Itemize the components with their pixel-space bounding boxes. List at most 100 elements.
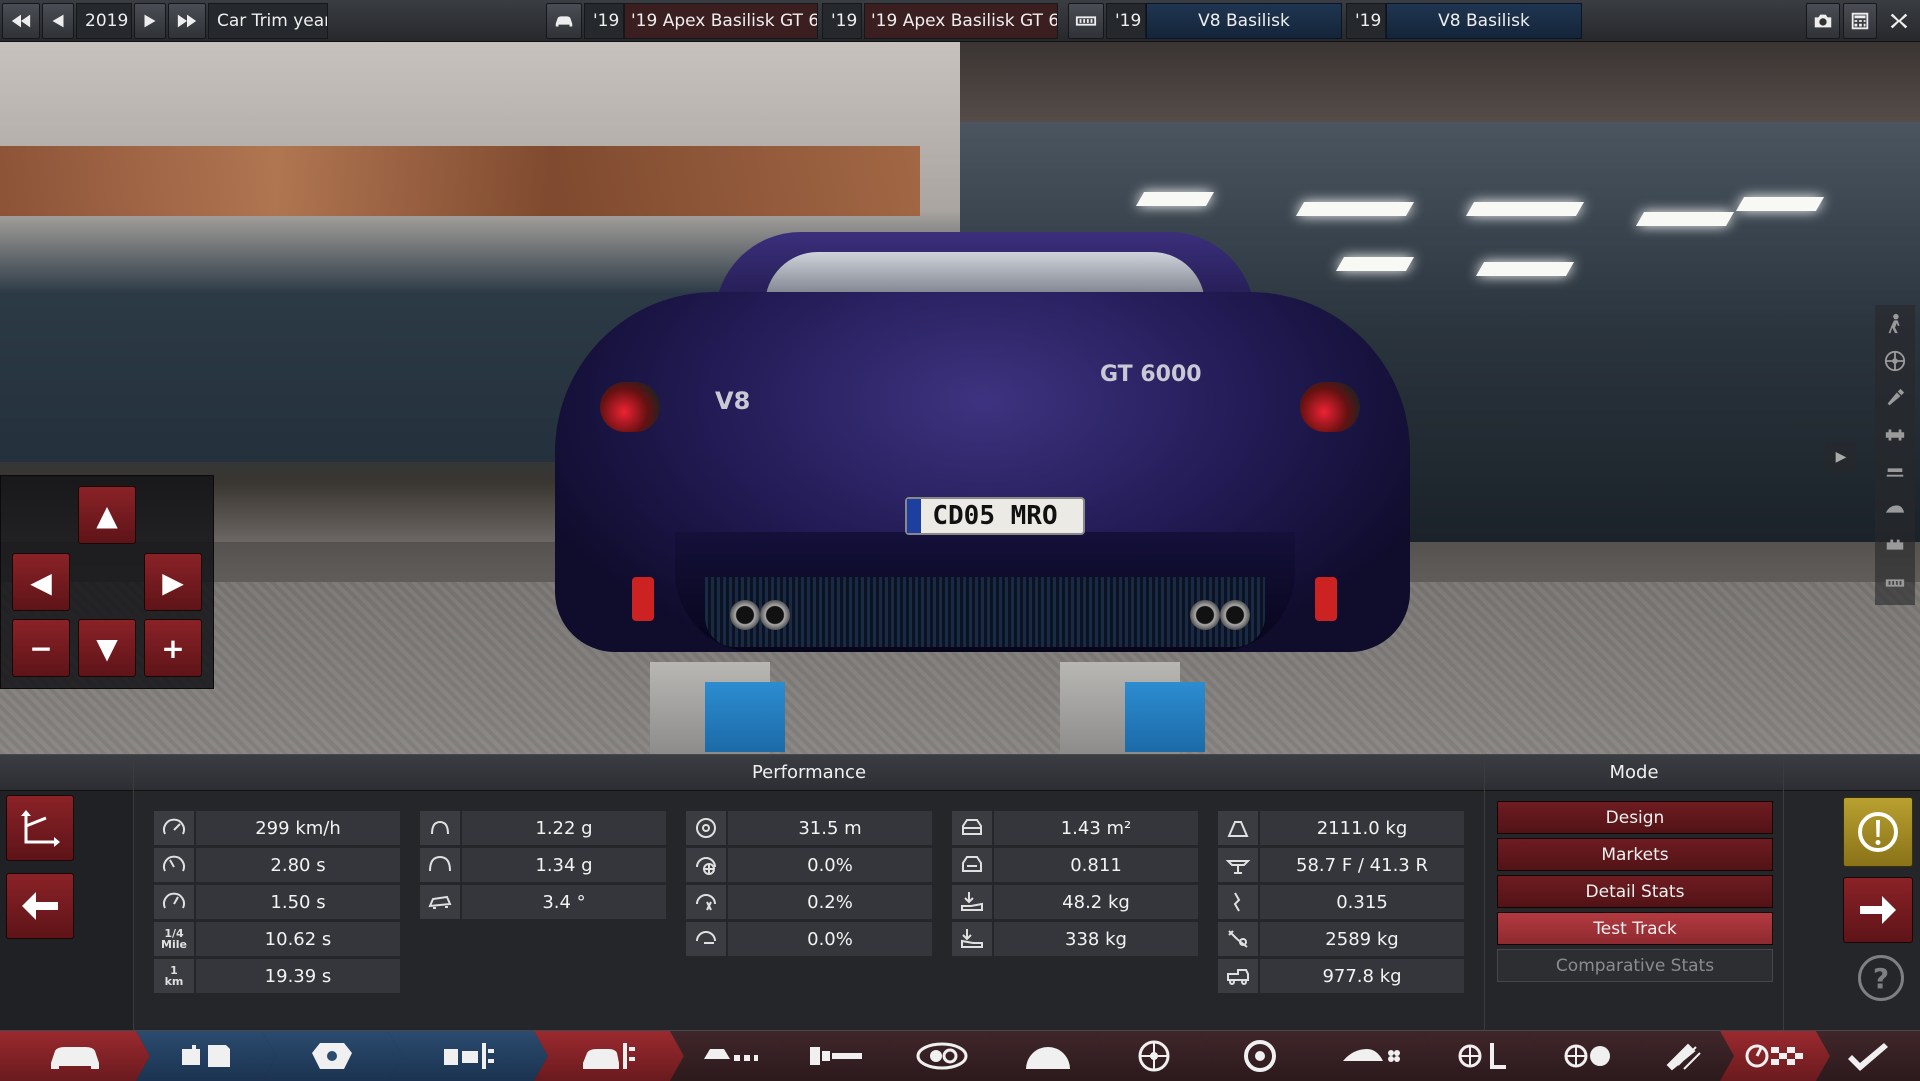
mode-title: Mode: [1485, 755, 1783, 791]
nav-interior[interactable]: [1422, 1031, 1542, 1081]
paint-view-icon[interactable]: [1875, 379, 1915, 416]
stat-row: 1.50 s: [154, 885, 400, 919]
prev-year-button[interactable]: [42, 3, 74, 39]
stat-row: 2589 kg: [1218, 922, 1464, 956]
axes-button[interactable]: [6, 795, 74, 861]
stat-row: 2.80 s: [154, 848, 400, 882]
model-name[interactable]: '19 Apex Basilisk GT 6000: [624, 3, 818, 39]
car-viewport[interactable]: V8 GT 6000 CD05 MRO ▲ ◀ ▶ − ▼ + ▶: [0, 42, 1920, 754]
taillight-left: [600, 382, 660, 432]
downforce-rear-icon: [952, 922, 992, 956]
collapse-toolbar-button[interactable]: ▶: [1826, 442, 1856, 472]
grid-view-icon[interactable]: [1875, 564, 1915, 601]
nav-engine-family[interactable]: [136, 1031, 276, 1081]
mode-test-track-button[interactable]: Test Track: [1497, 912, 1773, 945]
license-plate: CD05 MRO: [905, 497, 1085, 535]
nav-car-model[interactable]: [0, 1031, 150, 1081]
car-icon[interactable]: [546, 3, 582, 39]
nav-trim[interactable]: [534, 1031, 684, 1081]
center-of-gravity-icon: [1218, 885, 1258, 919]
nav-suspension[interactable]: [882, 1031, 1002, 1081]
nav-engine-variant[interactable]: [262, 1031, 402, 1081]
braking-distance-value: 31.5 m: [728, 811, 932, 845]
engine-icon[interactable]: [1068, 3, 1104, 39]
stat-row: 977.8 kg: [1218, 959, 1464, 993]
frontal-area-value: 1.43 m²: [994, 811, 1198, 845]
wheel-view-icon[interactable]: [1875, 342, 1915, 379]
camera-right-button[interactable]: ▶: [144, 553, 202, 611]
nav-chassis[interactable]: [670, 1031, 790, 1081]
stat-row: 0.0%: [686, 848, 932, 882]
next-year-button[interactable]: [134, 3, 166, 39]
ceiling-light: [1135, 192, 1215, 206]
body-view-icon[interactable]: [1875, 490, 1915, 527]
mode-panel: Mode Design Markets Detail Stats Test Tr…: [1484, 755, 1784, 1031]
view-toolbar: [1875, 305, 1915, 605]
fast-forward-icon[interactable]: [168, 3, 206, 39]
right-tools-header: [1784, 755, 1920, 791]
stat-row: 0.2%: [686, 885, 932, 919]
camera-left-button[interactable]: ◀: [12, 553, 70, 611]
quarter-mile-bottom: Mile: [161, 938, 187, 951]
nav-brakes[interactable]: [988, 1031, 1108, 1081]
rewind-icon[interactable]: [2, 3, 40, 39]
chassis-view-icon[interactable]: [1875, 416, 1915, 453]
wood-panel: [0, 146, 920, 216]
nav-test[interactable]: [1720, 1031, 1830, 1081]
mode-design-button[interactable]: Design: [1497, 801, 1773, 834]
camera-up-button[interactable]: ▲: [78, 486, 136, 544]
top-speed-value: 299 km/h: [196, 811, 400, 845]
camera-down-button[interactable]: ▼: [78, 619, 136, 677]
seat-view-icon[interactable]: [1875, 453, 1915, 490]
camera-icon[interactable]: [1806, 3, 1840, 39]
exhaust-tip: [760, 600, 790, 630]
nav-drivetrain[interactable]: [776, 1031, 896, 1081]
car-model: [555, 232, 1410, 692]
stat-row: 48.2 kg: [952, 885, 1198, 919]
stat-row: 0.315: [1218, 885, 1464, 919]
zoom-in-button[interactable]: +: [144, 619, 202, 677]
nav-engine-tune[interactable]: [388, 1031, 548, 1081]
bottom-panel: Performance 299 km/h 2.80 s 1.50 s 1/4 Mi…: [0, 754, 1920, 1031]
engine-family[interactable]: V8 Basilisk: [1146, 3, 1342, 39]
aero-stats: 1.43 m² 0.811 48.2 kg 338 kg: [952, 811, 1198, 959]
frontal-area-icon: [952, 811, 992, 845]
one-km-icon: 1 km: [154, 959, 194, 993]
mode-detail-stats-button[interactable]: Detail Stats: [1497, 875, 1773, 908]
stat-row: 1.43 m²: [952, 811, 1198, 845]
performance-title: Performance: [134, 755, 1484, 791]
help-button[interactable]: ?: [1858, 955, 1904, 1001]
stat-row: 0.0%: [686, 922, 932, 956]
drag-coefficient-icon: [952, 848, 992, 882]
warning-button[interactable]: [1843, 797, 1913, 867]
body-roll-icon: [420, 885, 460, 919]
cornering-fast-icon: [420, 848, 460, 882]
trim-name[interactable]: '19 Apex Basilisk GT 6000: [864, 3, 1058, 39]
engine-view-icon[interactable]: [1875, 527, 1915, 564]
camera-controls: ▲ ◀ ▶ − ▼ +: [0, 475, 214, 689]
nav-wheels[interactable]: [1094, 1031, 1214, 1081]
engine-badge: V8: [715, 387, 751, 415]
driver-view-icon[interactable]: [1875, 305, 1915, 342]
right-tools: ?: [1784, 755, 1920, 1031]
mode-markets-button[interactable]: Markets: [1497, 838, 1773, 871]
nav-safety[interactable]: [1528, 1031, 1648, 1081]
weight-icon: [1218, 811, 1258, 845]
calculator-icon[interactable]: [1843, 3, 1877, 39]
left-tools-header: [0, 755, 133, 791]
engine-variant[interactable]: V8 Basilisk: [1386, 3, 1582, 39]
back-button[interactable]: [6, 873, 74, 939]
zoom-out-button[interactable]: −: [12, 619, 70, 677]
ceiling-light: [1735, 197, 1825, 211]
stat-row: 1 km 19.39 s: [154, 959, 400, 993]
nav-fuel[interactable]: [1634, 1031, 1734, 1081]
close-icon[interactable]: [1880, 3, 1918, 39]
brake-fade-value: 0.0%: [728, 848, 932, 882]
next-button[interactable]: [1843, 877, 1913, 943]
nav-aero[interactable]: [1306, 1031, 1436, 1081]
nav-finish[interactable]: [1816, 1031, 1920, 1081]
wheel-lock-value: 0.2%: [728, 885, 932, 919]
nav-tyres[interactable]: [1200, 1031, 1320, 1081]
acceleration-0-100-value: 2.80 s: [196, 848, 400, 882]
mode-comparative-stats-button[interactable]: Comparative Stats: [1497, 949, 1773, 982]
